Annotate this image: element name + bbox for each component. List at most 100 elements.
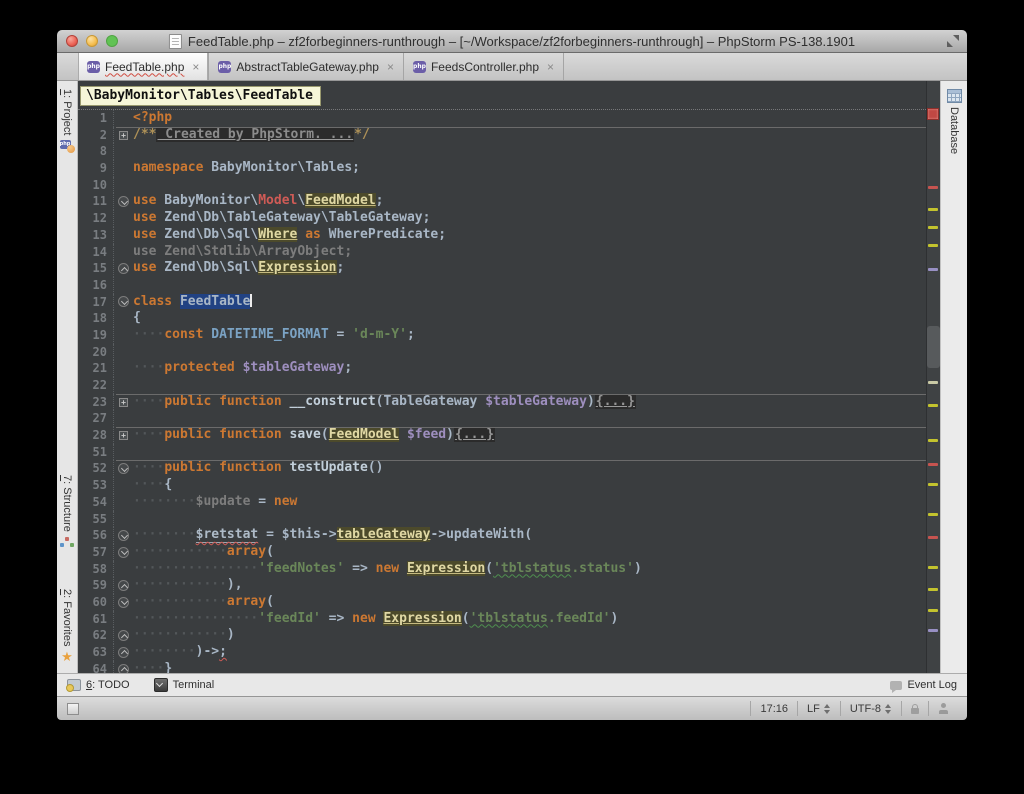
code-line[interactable]: 57············array(	[78, 544, 926, 561]
line-number[interactable]: 1	[78, 110, 114, 127]
code-area[interactable]: 1<?php2+/** Created by PhpStorm. ...*/89…	[78, 109, 926, 673]
fold-plus-icon[interactable]: +	[119, 398, 128, 407]
code-line[interactable]: 61················'feedId' => new Expres…	[78, 611, 926, 628]
stripe-mark[interactable]	[928, 268, 938, 271]
tab-close-icon[interactable]: ×	[547, 60, 554, 74]
tab-feedscontroller-php[interactable]: phpFeedsController.php×	[404, 53, 564, 80]
code-line[interactable]: 23+····public function __construct(Table…	[78, 394, 926, 411]
line-number[interactable]: 10	[78, 177, 114, 194]
status-readonly[interactable]	[901, 701, 928, 716]
fold-plus-icon[interactable]: +	[119, 431, 128, 440]
code-line[interactable]: 54········$update = new	[78, 494, 926, 511]
stripe-mark[interactable]	[928, 463, 938, 466]
line-number[interactable]: 61	[78, 611, 114, 628]
code-line[interactable]: 2+/** Created by PhpStorm. ...*/	[78, 127, 926, 144]
code-line[interactable]: 22	[78, 377, 926, 394]
code-line[interactable]: 13use Zend\Db\Sql\Where as WherePredicat…	[78, 227, 926, 244]
line-number[interactable]: 17	[78, 294, 114, 311]
line-number[interactable]: 22	[78, 377, 114, 394]
line-number[interactable]: 64	[78, 661, 114, 673]
code-line[interactable]: 28+····public function save(FeedModel $f…	[78, 427, 926, 444]
toolwindow-button-database[interactable]: Database	[947, 89, 962, 154]
fold-down-icon[interactable]	[118, 597, 129, 608]
code-line[interactable]: 19····const DATETIME_FORMAT = 'd-m-Y';	[78, 327, 926, 344]
error-stripe[interactable]	[926, 81, 940, 673]
line-number[interactable]: 52	[78, 460, 114, 477]
fold-down-icon[interactable]	[118, 296, 129, 307]
code-line[interactable]: 51	[78, 444, 926, 461]
code-line[interactable]: 14use Zend\Stdlib\ArrayObject;	[78, 244, 926, 261]
toolwindow-button-2-favorites[interactable]: 2: Favorites★	[61, 589, 73, 663]
stripe-mark[interactable]	[928, 588, 938, 591]
stripe-mark[interactable]	[928, 404, 938, 407]
line-number[interactable]: 51	[78, 444, 114, 461]
line-number[interactable]: 2	[78, 127, 114, 144]
close-button[interactable]	[66, 35, 78, 47]
scrollbar-thumb[interactable]	[927, 326, 940, 368]
code-line[interactable]: 11use BabyMonitor\Model\FeedModel;	[78, 193, 926, 210]
line-number[interactable]: 28	[78, 427, 114, 444]
line-number[interactable]: 54	[78, 494, 114, 511]
tab-close-icon[interactable]: ×	[387, 60, 394, 74]
stripe-mark[interactable]	[928, 566, 938, 569]
code-line[interactable]: 17class FeedTable	[78, 294, 926, 311]
code-line[interactable]: 63········)->;	[78, 644, 926, 661]
toolwindow-button-event-log[interactable]: Event Log	[890, 679, 957, 691]
stripe-mark[interactable]	[928, 186, 938, 189]
code-line[interactable]: 12use Zend\Db\TableGateway\TableGateway;	[78, 210, 926, 227]
stripe-mark[interactable]	[928, 244, 938, 247]
zoom-button[interactable]	[106, 35, 118, 47]
line-number[interactable]: 55	[78, 511, 114, 528]
status-inspections[interactable]	[928, 701, 957, 716]
code-line[interactable]: 56········$retstat = $this->tableGateway…	[78, 527, 926, 544]
line-number[interactable]: 20	[78, 344, 114, 361]
line-number[interactable]: 62	[78, 627, 114, 644]
code-line[interactable]: 60············array(	[78, 594, 926, 611]
fold-plus-icon[interactable]: +	[119, 131, 128, 140]
status-encoding[interactable]: UTF-8	[840, 701, 901, 716]
line-number[interactable]: 9	[78, 160, 114, 177]
line-number[interactable]: 19	[78, 327, 114, 344]
code-line[interactable]: 58················'feedNotes' => new Exp…	[78, 561, 926, 578]
line-number[interactable]: 60	[78, 594, 114, 611]
line-number[interactable]: 59	[78, 577, 114, 594]
fullscreen-icon[interactable]	[947, 35, 959, 47]
line-number[interactable]: 13	[78, 227, 114, 244]
stripe-mark[interactable]	[928, 226, 938, 229]
code-line[interactable]: 55	[78, 511, 926, 528]
fold-down-icon[interactable]	[118, 530, 129, 541]
stripe-mark[interactable]	[928, 513, 938, 516]
toolwindow-button-1-project[interactable]: 1: Project	[60, 89, 75, 153]
code-line[interactable]: 1<?php	[78, 110, 926, 127]
line-number[interactable]: 56	[78, 527, 114, 544]
fold-down-icon[interactable]	[118, 547, 129, 558]
line-number[interactable]: 27	[78, 410, 114, 427]
stripe-mark[interactable]	[928, 381, 938, 384]
minimize-button[interactable]	[86, 35, 98, 47]
toolwindow-button-7-structure[interactable]: 7: Structure	[61, 475, 73, 547]
code-line[interactable]: 52····public function testUpdate()	[78, 460, 926, 477]
line-number[interactable]: 16	[78, 277, 114, 294]
line-number[interactable]: 18	[78, 310, 114, 327]
line-number[interactable]: 57	[78, 544, 114, 561]
toolwindow-button-6-todo[interactable]: 6: TODO	[67, 679, 130, 691]
stripe-mark[interactable]	[928, 629, 938, 632]
stripe-mark[interactable]	[928, 439, 938, 442]
fold-up-icon[interactable]	[118, 580, 129, 591]
fold-up-icon[interactable]	[118, 647, 129, 658]
code-line[interactable]: 16	[78, 277, 926, 294]
code-line[interactable]: 59············),	[78, 577, 926, 594]
stripe-mark[interactable]	[928, 208, 938, 211]
fold-down-icon[interactable]	[118, 196, 129, 207]
line-number[interactable]: 53	[78, 477, 114, 494]
tab-feedtable-php[interactable]: phpFeedTable.php×	[78, 53, 209, 80]
code-line[interactable]: 15use Zend\Db\Sql\Expression;	[78, 260, 926, 277]
line-number[interactable]: 14	[78, 244, 114, 261]
line-number[interactable]: 11	[78, 193, 114, 210]
line-number[interactable]: 12	[78, 210, 114, 227]
code-line[interactable]: 10	[78, 177, 926, 194]
status-line-ending[interactable]: LF	[797, 701, 840, 716]
editor[interactable]: \BabyMonitor\Tables\FeedTable 1<?php2+/*…	[78, 81, 926, 673]
line-number[interactable]: 15	[78, 260, 114, 277]
tab-abstracttablegateway-php[interactable]: phpAbstractTableGateway.php×	[209, 53, 404, 80]
